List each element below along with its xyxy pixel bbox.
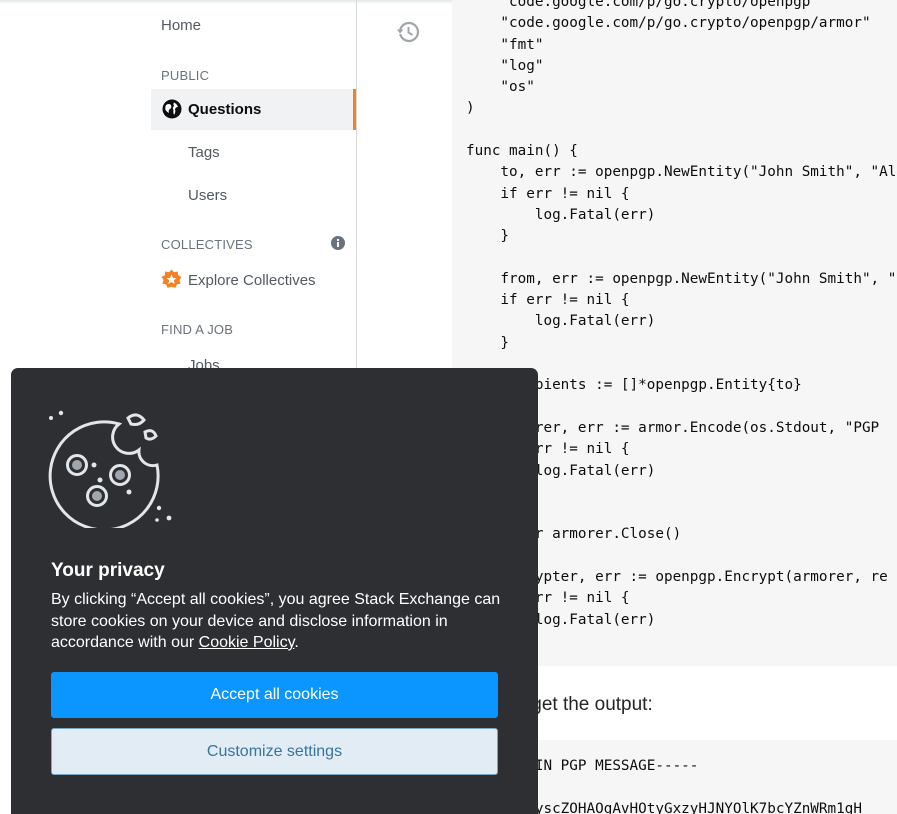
- nav-users[interactable]: Users: [188, 187, 227, 204]
- nav-section-find-job: FIND A JOB: [161, 322, 234, 337]
- cookie-banner-title: Your privacy: [51, 560, 165, 581]
- cookie-banner-description: By clicking “Accept all cookies”, you ag…: [51, 589, 511, 654]
- cookie-policy-link[interactable]: Cookie Policy: [199, 634, 295, 651]
- cookie-consent-banner: Your privacy By clicking “Accept all coo…: [11, 368, 538, 814]
- globe-icon: [162, 99, 182, 119]
- nav-questions-label: Questions: [188, 101, 262, 118]
- nav-section-collectives: COLLECTIVES: [161, 237, 253, 252]
- history-icon[interactable]: [396, 20, 420, 44]
- info-icon[interactable]: [331, 236, 345, 250]
- stack-overflow-question-page: Home PUBLIC Questions Tags Users COLLECT…: [0, 0, 897, 814]
- nav-questions[interactable]: Questions: [151, 89, 356, 130]
- nav-section-public: PUBLIC: [161, 68, 210, 83]
- cookie-banner-text-end: .: [294, 634, 299, 651]
- nav-explore-collectives-label: Explore Collectives: [188, 272, 316, 289]
- collectives-icon: [161, 269, 182, 288]
- customize-settings-button[interactable]: Customize settings: [51, 728, 498, 775]
- cookie-icon: [48, 410, 172, 528]
- nav-home[interactable]: Home: [161, 17, 201, 34]
- accept-all-cookies-button[interactable]: Accept all cookies: [51, 672, 498, 718]
- nav-tags[interactable]: Tags: [188, 144, 220, 161]
